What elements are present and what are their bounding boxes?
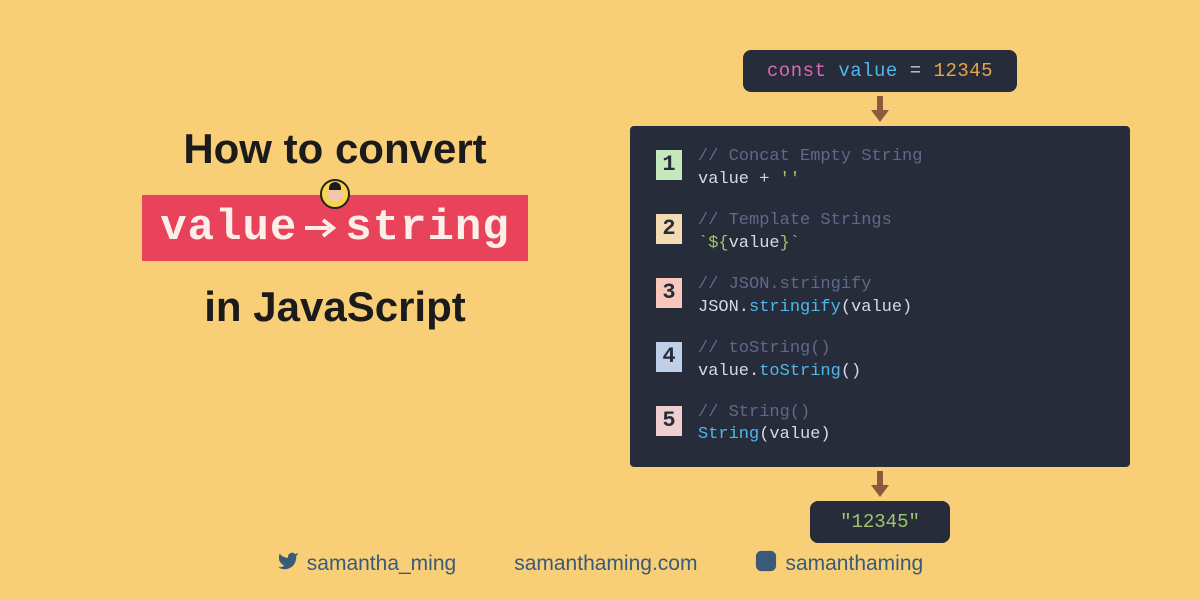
twitter-icon — [277, 550, 299, 578]
twitter-handle: samantha_ming — [307, 552, 456, 576]
method-comment: // Concat Empty String — [698, 146, 922, 169]
method-number: 2 — [656, 214, 682, 244]
method-code: JSON.stringify(value) — [698, 297, 912, 320]
method-comment: // JSON.stringify — [698, 274, 912, 297]
conversion-badge: value string — [142, 195, 527, 261]
method-4: 4 // toString() value.toString() — [656, 338, 1104, 384]
badge-string-text: string — [345, 203, 509, 253]
instagram-icon — [755, 550, 777, 578]
method-code: `${value}` — [698, 233, 892, 256]
arrow-down-icon — [865, 469, 895, 499]
method-number: 3 — [656, 278, 682, 308]
website-link[interactable]: samanthaming.com — [514, 550, 697, 578]
title-section: How to convert value string in JavaScrip… — [90, 50, 580, 543]
const-number: 12345 — [934, 60, 994, 82]
title-line-2: in JavaScript — [90, 283, 580, 331]
instagram-handle: samanthaming — [785, 552, 923, 576]
method-2: 2 // Template Strings `${value}` — [656, 210, 1104, 256]
method-number: 5 — [656, 406, 682, 436]
method-code: value.toString() — [698, 361, 861, 384]
arrow-right-icon — [303, 203, 339, 253]
method-number: 4 — [656, 342, 682, 372]
const-equals: = — [910, 60, 922, 82]
method-3: 3 // JSON.stringify JSON.stringify(value… — [656, 274, 1104, 320]
method-code: String(value) — [698, 424, 831, 447]
method-comment: // Template Strings — [698, 210, 892, 233]
const-declaration: const value = 12345 — [743, 50, 1017, 92]
title-line-1: How to convert — [90, 125, 580, 173]
badge-value-text: value — [160, 203, 297, 253]
const-keyword: const — [767, 60, 827, 82]
code-diagram: const value = 12345 1 // Concat Empty St… — [620, 50, 1140, 543]
method-comment: // toString() — [698, 338, 861, 361]
method-comment: // String() — [698, 402, 831, 425]
methods-panel: 1 // Concat Empty String value + '' 2 //… — [630, 126, 1130, 467]
website-text: samanthaming.com — [514, 552, 697, 576]
const-variable: value — [838, 60, 898, 82]
footer-socials: samantha_ming samanthaming.com samantham… — [0, 550, 1200, 578]
instagram-link[interactable]: samanthaming — [755, 550, 923, 578]
arrow-down-icon — [865, 94, 895, 124]
result-output: "12345" — [810, 501, 950, 543]
method-number: 1 — [656, 150, 682, 180]
twitter-link[interactable]: samantha_ming — [277, 550, 456, 578]
method-code: value + '' — [698, 169, 922, 192]
method-5: 5 // String() String(value) — [656, 402, 1104, 448]
avatar-icon — [320, 179, 350, 209]
method-1: 1 // Concat Empty String value + '' — [656, 146, 1104, 192]
